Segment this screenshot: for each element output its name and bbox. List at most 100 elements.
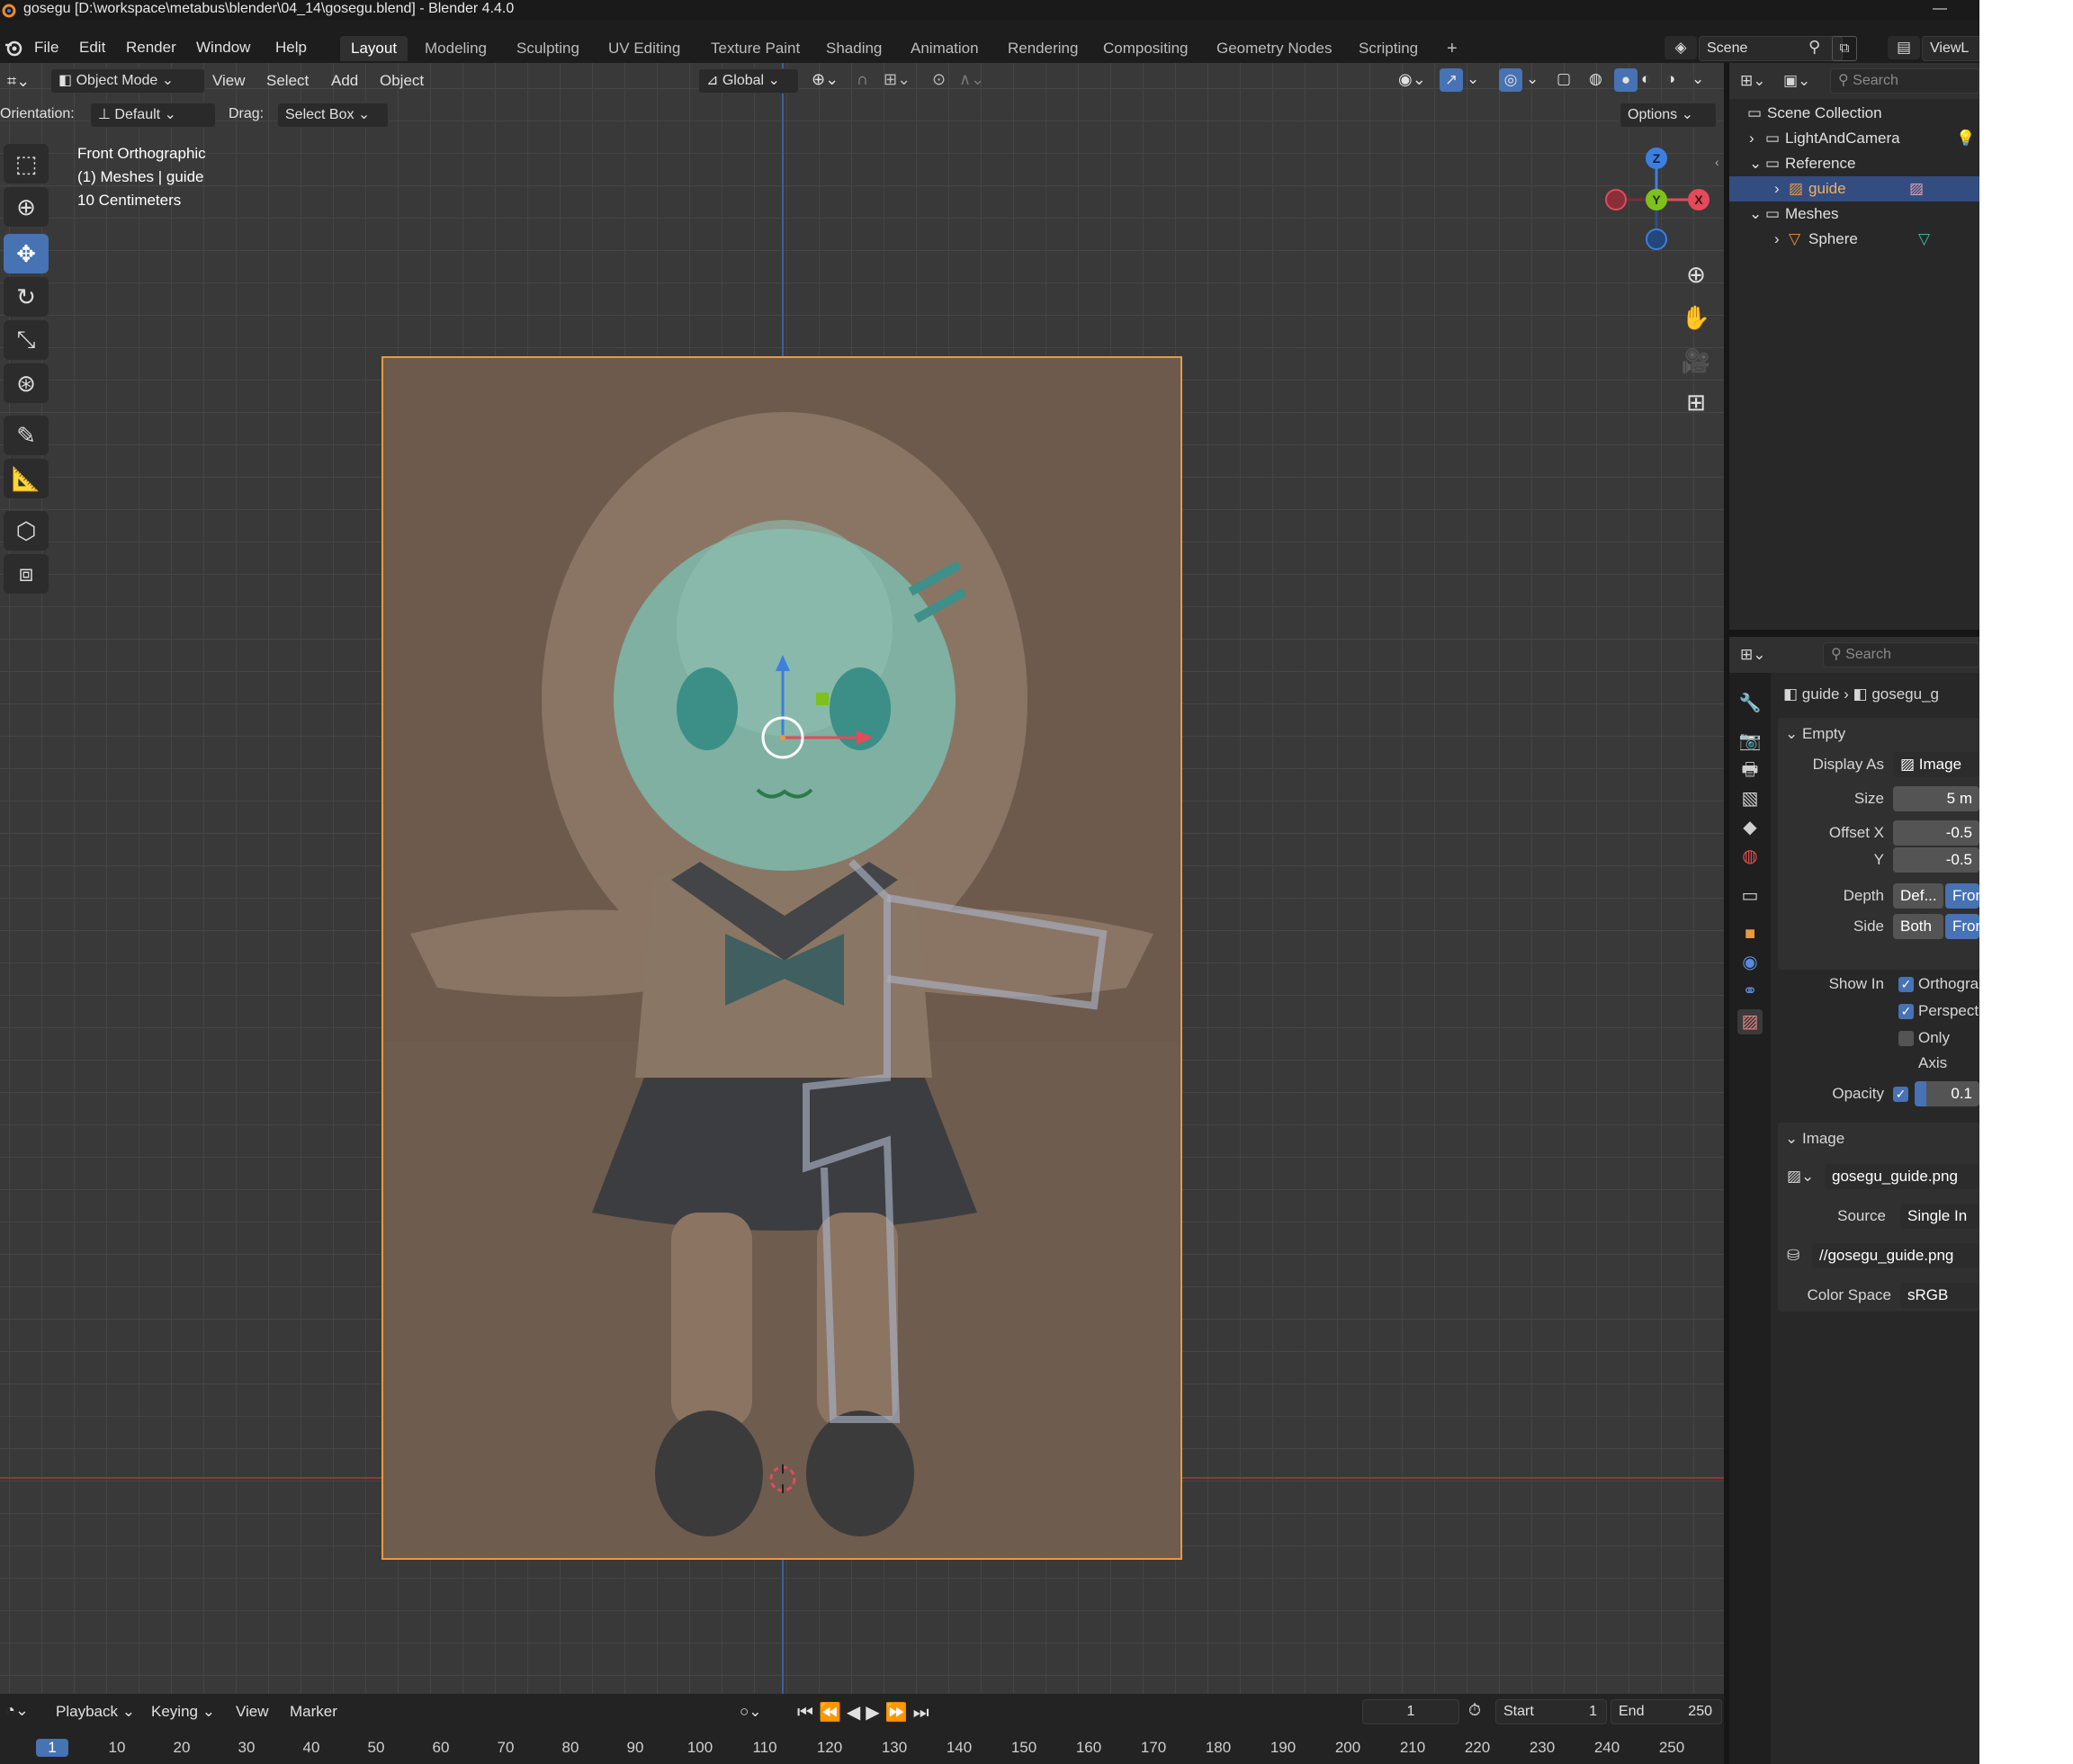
image-name-field[interactable]: gosegu_guide.png — [1825, 1164, 1979, 1189]
offset-y-field[interactable]: -0.5 — [1893, 847, 1979, 873]
ortho-toggle-icon[interactable]: ⊞ — [1677, 383, 1715, 421]
viewport-menu-select[interactable]: Select — [266, 72, 309, 90]
physics-tab-icon[interactable]: ◉ — [1737, 950, 1763, 975]
timeline-editor-icon[interactable]: ◔⌄ — [5, 1701, 29, 1720]
tab-layout[interactable]: Layout — [340, 36, 408, 61]
add-object-tool-icon[interactable]: ⧈ — [4, 554, 49, 594]
sidebar-toggle-icon[interactable]: ‹ — [1715, 155, 1719, 169]
only-axis-checkbox[interactable] — [1898, 1031, 1914, 1046]
options-dropdown[interactable]: Options ⌄ — [1620, 103, 1717, 128]
opacity-slider[interactable]: 0.1 — [1915, 1081, 1979, 1106]
tool-tab-icon[interactable]: 🔧 — [1737, 691, 1763, 716]
render-tab-icon[interactable]: 📷 — [1737, 729, 1763, 754]
3d-viewport[interactable]: ⌗⌄ ◧ Object Mode ⌄ View Select Add Objec… — [0, 63, 1724, 1694]
outliner-row-guide[interactable]: › ▨ guide ▨ — [1729, 176, 1979, 201]
offset-x-field[interactable]: -0.5 — [1893, 820, 1979, 846]
scale-tool-icon[interactable]: ⤡ — [4, 320, 49, 360]
pin-icon[interactable]: ⚲ — [1808, 38, 1820, 57]
move-tool-icon[interactable]: ✥ — [4, 234, 49, 273]
autokey-icon[interactable]: ○⌄ — [740, 1703, 762, 1721]
image-browse-icon[interactable]: ▨⌄ — [1787, 1168, 1814, 1186]
output-tab-icon[interactable]: 🖶 — [1737, 757, 1763, 783]
properties-editor-icon[interactable]: ⊞⌄ — [1740, 646, 1766, 664]
transform-tool-icon[interactable]: ⊛ — [4, 363, 49, 403]
tab-rendering[interactable]: Rendering — [997, 36, 1089, 61]
size-field[interactable]: 5 m — [1893, 786, 1979, 811]
stopwatch-icon[interactable]: ⏱ — [1468, 1701, 1481, 1720]
tab-geometry-nodes[interactable]: Geometry Nodes — [1206, 36, 1343, 61]
menu-edit[interactable]: Edit — [72, 36, 112, 59]
shading-wireframe-icon[interactable]: ◍ — [1589, 70, 1602, 88]
outliner-row-lightandcamera[interactable]: › ▭ LightAndCamera 💡 — [1729, 126, 1979, 151]
tab-compositing[interactable]: Compositing — [1092, 36, 1199, 61]
snap-target-icon[interactable]: ⊞⌄ — [884, 70, 911, 89]
viewport-menu-view[interactable]: View — [212, 72, 246, 90]
timeline-menu-view[interactable]: View — [236, 1703, 269, 1721]
outliner-editor-icon[interactable]: ⊞⌄ — [1740, 72, 1766, 90]
navigation-gizmo[interactable]: Z Y X — [1598, 144, 1715, 261]
end-frame-field[interactable]: End 250 — [1611, 1699, 1722, 1724]
shading-material-icon[interactable]: ◐ — [1641, 70, 1650, 88]
expand-icon[interactable]: › — [1749, 126, 1754, 151]
world-tab-icon[interactable]: ◍ — [1737, 844, 1763, 869]
outliner-search[interactable]: ⚲ Search — [1830, 68, 1979, 94]
tab-scripting[interactable]: Scripting — [1348, 36, 1429, 61]
tab-uv-editing[interactable]: UV Editing — [597, 36, 691, 61]
current-frame-field[interactable]: 1 — [1362, 1699, 1459, 1724]
properties-search[interactable]: ⚲ Search — [1823, 642, 1979, 667]
menu-help[interactable]: Help — [268, 36, 314, 59]
visibility-icon[interactable]: ◉⌄ — [1398, 70, 1426, 89]
collection-tab-icon[interactable]: ▭ — [1737, 883, 1763, 909]
side-front-option[interactable]: Fron — [1945, 914, 1979, 939]
ortho-checkbox[interactable]: ✓ — [1898, 977, 1914, 992]
outliner-row-reference[interactable]: ⌄ ▭ Reference — [1729, 151, 1979, 176]
view-layer-tab-icon[interactable]: ▧ — [1737, 786, 1763, 811]
overlay-dropdown-icon[interactable]: ⌄ — [1526, 70, 1539, 88]
perspective-checkbox[interactable]: ✓ — [1898, 1004, 1914, 1019]
tab-sculpting[interactable]: Sculpting — [506, 36, 590, 61]
area-divider-vertical[interactable] — [1724, 63, 1729, 1764]
add-cube-tool-icon[interactable]: ⬡ — [4, 511, 49, 551]
playback-controls[interactable]: ⏮⏪◀▶⏩⏭ — [797, 1701, 935, 1724]
opacity-checkbox[interactable]: ✓ — [1893, 1087, 1908, 1102]
mode-selector[interactable]: ◧ Object Mode ⌄ — [50, 68, 205, 94]
transform-orientation[interactable]: ⊿ Global ⌄ — [698, 68, 799, 94]
3d-cursor[interactable] — [767, 1463, 799, 1495]
shading-solid-icon[interactable]: ● — [1614, 68, 1638, 92]
depth-front-option[interactable]: Fron — [1945, 883, 1979, 909]
area-divider-horizontal[interactable] — [1729, 630, 1979, 637]
select-box-tool-icon[interactable]: ⬚ — [4, 144, 49, 184]
display-mode-icon[interactable]: ▣⌄ — [1783, 72, 1810, 90]
display-as-select[interactable]: ▨ Image — [1893, 752, 1979, 777]
scene-icon[interactable]: ◈ — [1665, 36, 1697, 59]
new-scene-icon[interactable]: ⧉ — [1832, 36, 1857, 61]
rotate-tool-icon[interactable]: ↻ — [4, 277, 49, 317]
menu-window[interactable]: Window — [189, 36, 257, 59]
editor-type-icon[interactable]: ⌗⌄ — [7, 72, 30, 91]
measure-tool-icon[interactable]: 📐 — [4, 459, 49, 498]
empty-panel-header[interactable]: ⌄ Empty — [1785, 721, 1845, 747]
object-tab-icon[interactable]: ■ — [1737, 921, 1763, 946]
scene-selector[interactable]: Scene — [1699, 36, 1843, 61]
tab-shading[interactable]: Shading — [815, 36, 893, 61]
tab-texture-paint[interactable]: Texture Paint — [700, 36, 811, 61]
depth-default-option[interactable]: Def... — [1893, 883, 1943, 909]
minimize-button[interactable]: — — [1933, 0, 1951, 18]
orientation-setting-select[interactable]: ⊥ Default ⌄ — [90, 103, 216, 128]
tab-modeling[interactable]: Modeling — [414, 36, 498, 61]
data-tab-icon[interactable]: ▨ — [1737, 1009, 1763, 1034]
constraints-tab-icon[interactable]: ⚭ — [1737, 979, 1763, 1004]
filepath-field[interactable]: //gosegu_guide.png — [1812, 1243, 1979, 1268]
blender-menu-icon[interactable] — [4, 38, 23, 58]
pan-hand-icon[interactable]: ✋ — [1677, 299, 1715, 336]
snap-icon[interactable]: ∩ — [857, 70, 868, 89]
overlay-toggle-icon[interactable]: ◎ — [1499, 68, 1522, 92]
side-both-option[interactable]: Both — [1893, 914, 1943, 939]
falloff-icon[interactable]: ∧⌄ — [959, 70, 984, 89]
menu-render[interactable]: Render — [119, 36, 184, 59]
add-workspace-button[interactable]: + — [1436, 36, 1468, 61]
outliner-row-meshes[interactable]: ⌄ ▭ Meshes — [1729, 201, 1979, 227]
xray-icon[interactable]: ▢ — [1557, 70, 1571, 88]
timeline-menu-playback[interactable]: Playback ⌄ — [56, 1703, 135, 1721]
cursor-tool-icon[interactable]: ⊕ — [4, 187, 49, 227]
